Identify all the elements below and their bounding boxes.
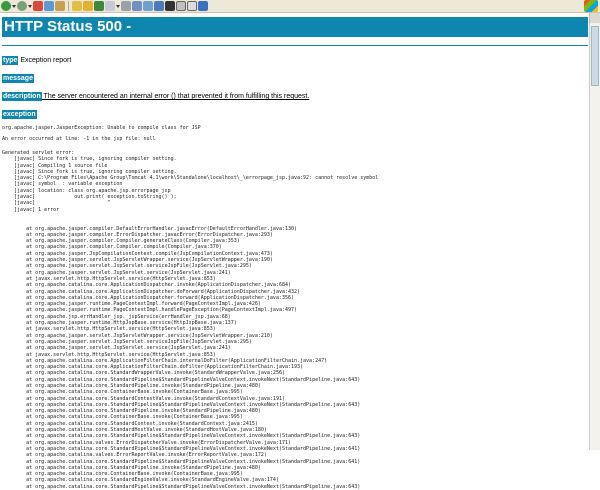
- description-label: description: [2, 92, 42, 101]
- home-icon[interactable]: [55, 1, 65, 11]
- stack-trace: at org.apache.jasper.compiler.DefaultErr…: [26, 225, 361, 490]
- chevron-down-icon[interactable]: [12, 1, 16, 11]
- page-title: HTTP Status 500 -: [2, 17, 588, 37]
- favorites-icon[interactable]: [83, 1, 93, 11]
- print-icon[interactable]: [121, 1, 131, 11]
- edit-icon[interactable]: [132, 1, 142, 11]
- error-location: An error occurred at line: -1 in the jsp…: [2, 136, 156, 142]
- type-row: type Exception report: [2, 56, 588, 65]
- forward-icon[interactable]: [17, 1, 27, 11]
- toolbar-icon-3[interactable]: [198, 1, 208, 11]
- chevron-down-icon[interactable]: [28, 1, 32, 11]
- stop-icon[interactable]: [33, 1, 43, 11]
- windows-logo-icon: [584, 0, 598, 12]
- browser-toolbar: [0, 0, 600, 13]
- scrollbar-thumb[interactable]: [591, 26, 599, 86]
- type-value: Exception report: [18, 57, 72, 64]
- page-content: HTTP Status 500 - type Exception report …: [2, 17, 588, 490]
- generated-servlet-error: Generated servlet error: [javac] Since f…: [2, 150, 379, 213]
- research-icon[interactable]: [165, 1, 175, 11]
- chevron-down-icon[interactable]: [116, 1, 120, 11]
- scrollbar-up-arrow[interactable]: [589, 13, 600, 23]
- vertical-scrollbar[interactable]: [589, 23, 600, 450]
- message-row: message: [2, 74, 588, 83]
- discuss-icon[interactable]: [143, 1, 153, 11]
- description-value: The server encountered an internal error…: [41, 93, 310, 100]
- history-icon[interactable]: [94, 1, 104, 11]
- exception-message: org.apache.jasper.JasperException: Unabl…: [2, 125, 201, 131]
- mail-icon[interactable]: [105, 1, 115, 11]
- back-icon[interactable]: [1, 1, 11, 11]
- exception-row: exception: [2, 110, 588, 119]
- messenger-icon[interactable]: [154, 1, 164, 11]
- toolbar-icon-2[interactable]: [187, 1, 197, 11]
- search-icon[interactable]: [72, 1, 82, 11]
- header-divider: [2, 45, 588, 46]
- toolbar-icon-1[interactable]: [176, 1, 186, 11]
- refresh-icon[interactable]: [44, 1, 54, 11]
- message-label: message: [2, 74, 34, 83]
- type-label: type: [2, 56, 19, 65]
- exception-label: exception: [2, 110, 37, 119]
- toolbar-separator: [68, 1, 69, 11]
- description-row: description The server encountered an in…: [2, 92, 588, 101]
